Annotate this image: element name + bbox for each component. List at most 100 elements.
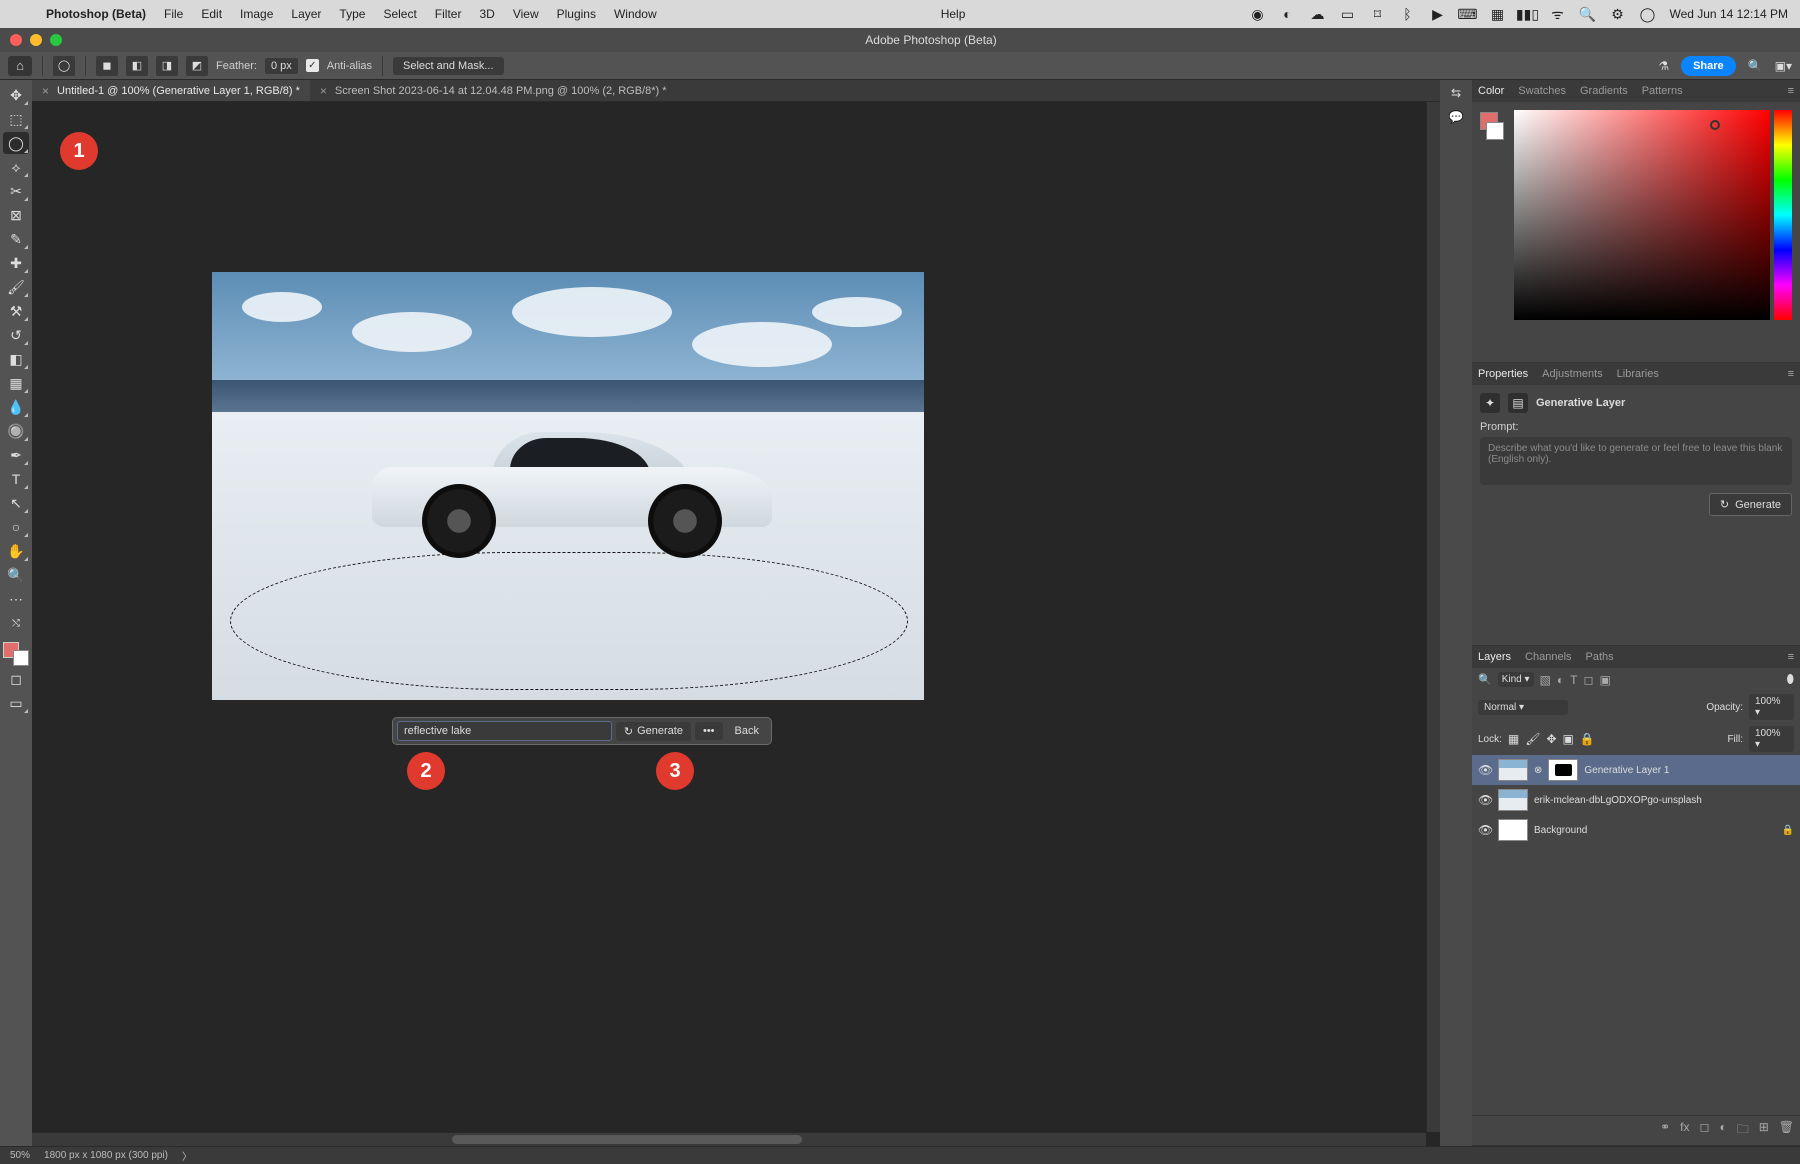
shape-tool-icon[interactable]: ○ [3,516,29,538]
tab-adjustments[interactable]: Adjustments [1542,363,1603,385]
link-layers-icon[interactable]: ⚭ [1660,1120,1670,1141]
lasso-tool-icon[interactable]: ◯ [3,132,29,154]
share-button[interactable]: Share [1681,56,1736,76]
tab-gradients[interactable]: Gradients [1580,80,1628,102]
lock-transparency-icon[interactable]: ▦ [1508,732,1519,746]
status-cc-icon[interactable]: ☁︎ [1309,6,1325,22]
status-folder-icon[interactable]: ▭ [1339,6,1355,22]
layer-mask-thumbnail[interactable] [1548,759,1578,781]
zoom-tool-icon[interactable]: 🔍 [3,564,29,586]
swap-colors-icon[interactable]: ⤭ [3,612,29,634]
document-tab[interactable]: × Screen Shot 2023-06-14 at 12.04.48 PM.… [310,80,677,101]
menu-type[interactable]: Type [339,7,365,21]
edit-toolbar-icon[interactable]: ⋯ [3,588,29,610]
crop-tool-icon[interactable]: ✂ [3,180,29,202]
menu-filter[interactable]: Filter [435,7,462,21]
comments-panel-icon[interactable]: 💬 [1449,110,1464,124]
close-tab-icon[interactable]: × [42,84,49,98]
saturation-marker[interactable] [1710,120,1720,130]
back-button[interactable]: Back [727,722,767,740]
filter-smart-icon[interactable]: ▣ [1599,673,1610,687]
app-name[interactable]: Photoshop (Beta) [46,7,146,21]
filter-toggle-icon[interactable]: ⬮ [1786,672,1794,687]
status-search-icon[interactable]: 🔍 [1579,6,1595,22]
horizontal-scrollbar[interactable] [32,1132,1426,1146]
quick-mask-icon[interactable]: ◻ [3,668,29,690]
lock-position-icon[interactable]: ✥ [1546,732,1556,746]
layer-thumbnail[interactable] [1498,819,1528,841]
document-tab[interactable]: × Untitled-1 @ 100% (Generative Layer 1,… [32,80,310,101]
close-tab-icon[interactable]: × [320,84,327,98]
layer-row[interactable]: 👁 ⊗ Generative Layer 1 [1472,755,1800,785]
tab-libraries[interactable]: Libraries [1617,363,1659,385]
selection-subtract-icon[interactable]: ◨ [156,56,178,76]
document-info[interactable]: 1800 px x 1080 px (300 ppi) [44,1150,168,1161]
layer-thumbnail[interactable] [1498,789,1528,811]
tab-swatches[interactable]: Swatches [1518,80,1566,102]
panel-menu-icon[interactable]: ≡ [1788,651,1794,663]
window-maximize-button[interactable] [50,34,62,46]
brush-tool-icon[interactable]: 🖌 [3,276,29,298]
gradient-tool-icon[interactable]: ▦ [3,372,29,394]
filter-adjust-icon[interactable]: ◐ [1557,673,1564,687]
saturation-brightness-picker[interactable] [1514,110,1770,320]
contextual-task-bar[interactable]: reflective lake ↻Generate ••• Back [392,717,772,745]
menu-plugins[interactable]: Plugins [557,7,596,21]
layer-filter-kind[interactable]: Kind ▾ [1498,672,1534,687]
opacity-input[interactable]: 100% ▾ [1749,694,1794,720]
window-close-button[interactable] [10,34,22,46]
tab-patterns[interactable]: Patterns [1642,80,1683,102]
menu-select[interactable]: Select [383,7,416,21]
menu-layer[interactable]: Layer [291,7,321,21]
hand-tool-icon[interactable]: ✋ [3,540,29,562]
layer-name[interactable]: erik-mclean-dbLgODXOPgo-unsplash [1534,795,1702,806]
foreground-background-swatch[interactable] [3,642,29,666]
layer-thumbnail[interactable] [1498,759,1528,781]
visibility-toggle-icon[interactable]: 👁 [1478,793,1492,807]
panel-menu-icon[interactable]: ≡ [1788,368,1794,380]
fill-input[interactable]: 100% ▾ [1749,726,1794,752]
path-select-tool-icon[interactable]: ↖ [3,492,29,514]
zoom-level[interactable]: 50% [10,1150,30,1161]
adjustment-layer-icon[interactable]: ◐ [1719,1120,1726,1141]
lock-pixels-icon[interactable]: 🖌 [1525,732,1540,746]
lock-all-icon[interactable]: 🔒 [1580,732,1595,746]
prompt-textarea[interactable]: Describe what you'd like to generate or … [1480,437,1792,485]
menu-image[interactable]: Image [240,7,273,21]
blend-mode-select[interactable]: Normal ▾ [1478,700,1568,715]
delete-layer-icon[interactable]: 🗑 [1779,1120,1794,1141]
status-display-icon[interactable]: ⌑ [1369,6,1385,22]
status-siri-icon[interactable]: ◯ [1639,6,1655,22]
status-control-center-icon[interactable]: ⚙ [1609,6,1625,22]
select-and-mask-button[interactable]: Select and Mask... [393,57,504,75]
canvas-area[interactable]: reflective lake ↻Generate ••• Back 1 2 3 [32,102,1440,1146]
feather-input[interactable]: 0 px [265,58,298,74]
menu-3d[interactable]: 3D [479,7,494,21]
group-icon[interactable]: 🗀 [1737,1120,1749,1141]
move-tool-icon[interactable]: ✥ [3,84,29,106]
layer-name[interactable]: Generative Layer 1 [1584,765,1669,776]
tab-paths[interactable]: Paths [1586,646,1614,668]
lock-artboard-icon[interactable]: ▣ [1563,732,1574,746]
layer-mask-icon[interactable]: ◻ [1699,1120,1709,1141]
tab-properties[interactable]: Properties [1478,363,1528,385]
status-circle-icon[interactable]: ◉ [1249,6,1265,22]
search-icon[interactable]: 🔍 [1478,673,1492,686]
anti-alias-checkbox[interactable]: ✓ [306,59,319,72]
layer-row[interactable]: 👁 erik-mclean-dbLgODXOPgo-unsplash [1472,785,1800,815]
clone-stamp-tool-icon[interactable]: ⚒ [3,300,29,322]
menu-edit[interactable]: Edit [201,7,222,21]
document-info-chevron-icon[interactable]: 〉 [182,1148,192,1163]
status-keyboard-icon[interactable]: ⌨ [1459,6,1475,22]
beaker-icon[interactable]: ⚗ [1658,59,1669,73]
pen-tool-icon[interactable]: ✒ [3,444,29,466]
window-minimize-button[interactable] [30,34,42,46]
screen-mode-icon[interactable]: ▭ [3,692,29,714]
generative-prompt-input[interactable]: reflective lake [397,721,612,741]
menu-help[interactable]: Help [941,7,966,21]
selection-new-icon[interactable]: ◼ [96,56,118,76]
layer-row[interactable]: 👁 Background 🔒 [1472,815,1800,845]
search-icon[interactable]: 🔍 [1748,59,1763,73]
healing-brush-tool-icon[interactable]: ✚ [3,252,29,274]
filter-pixel-icon[interactable]: ▧ [1540,673,1551,687]
